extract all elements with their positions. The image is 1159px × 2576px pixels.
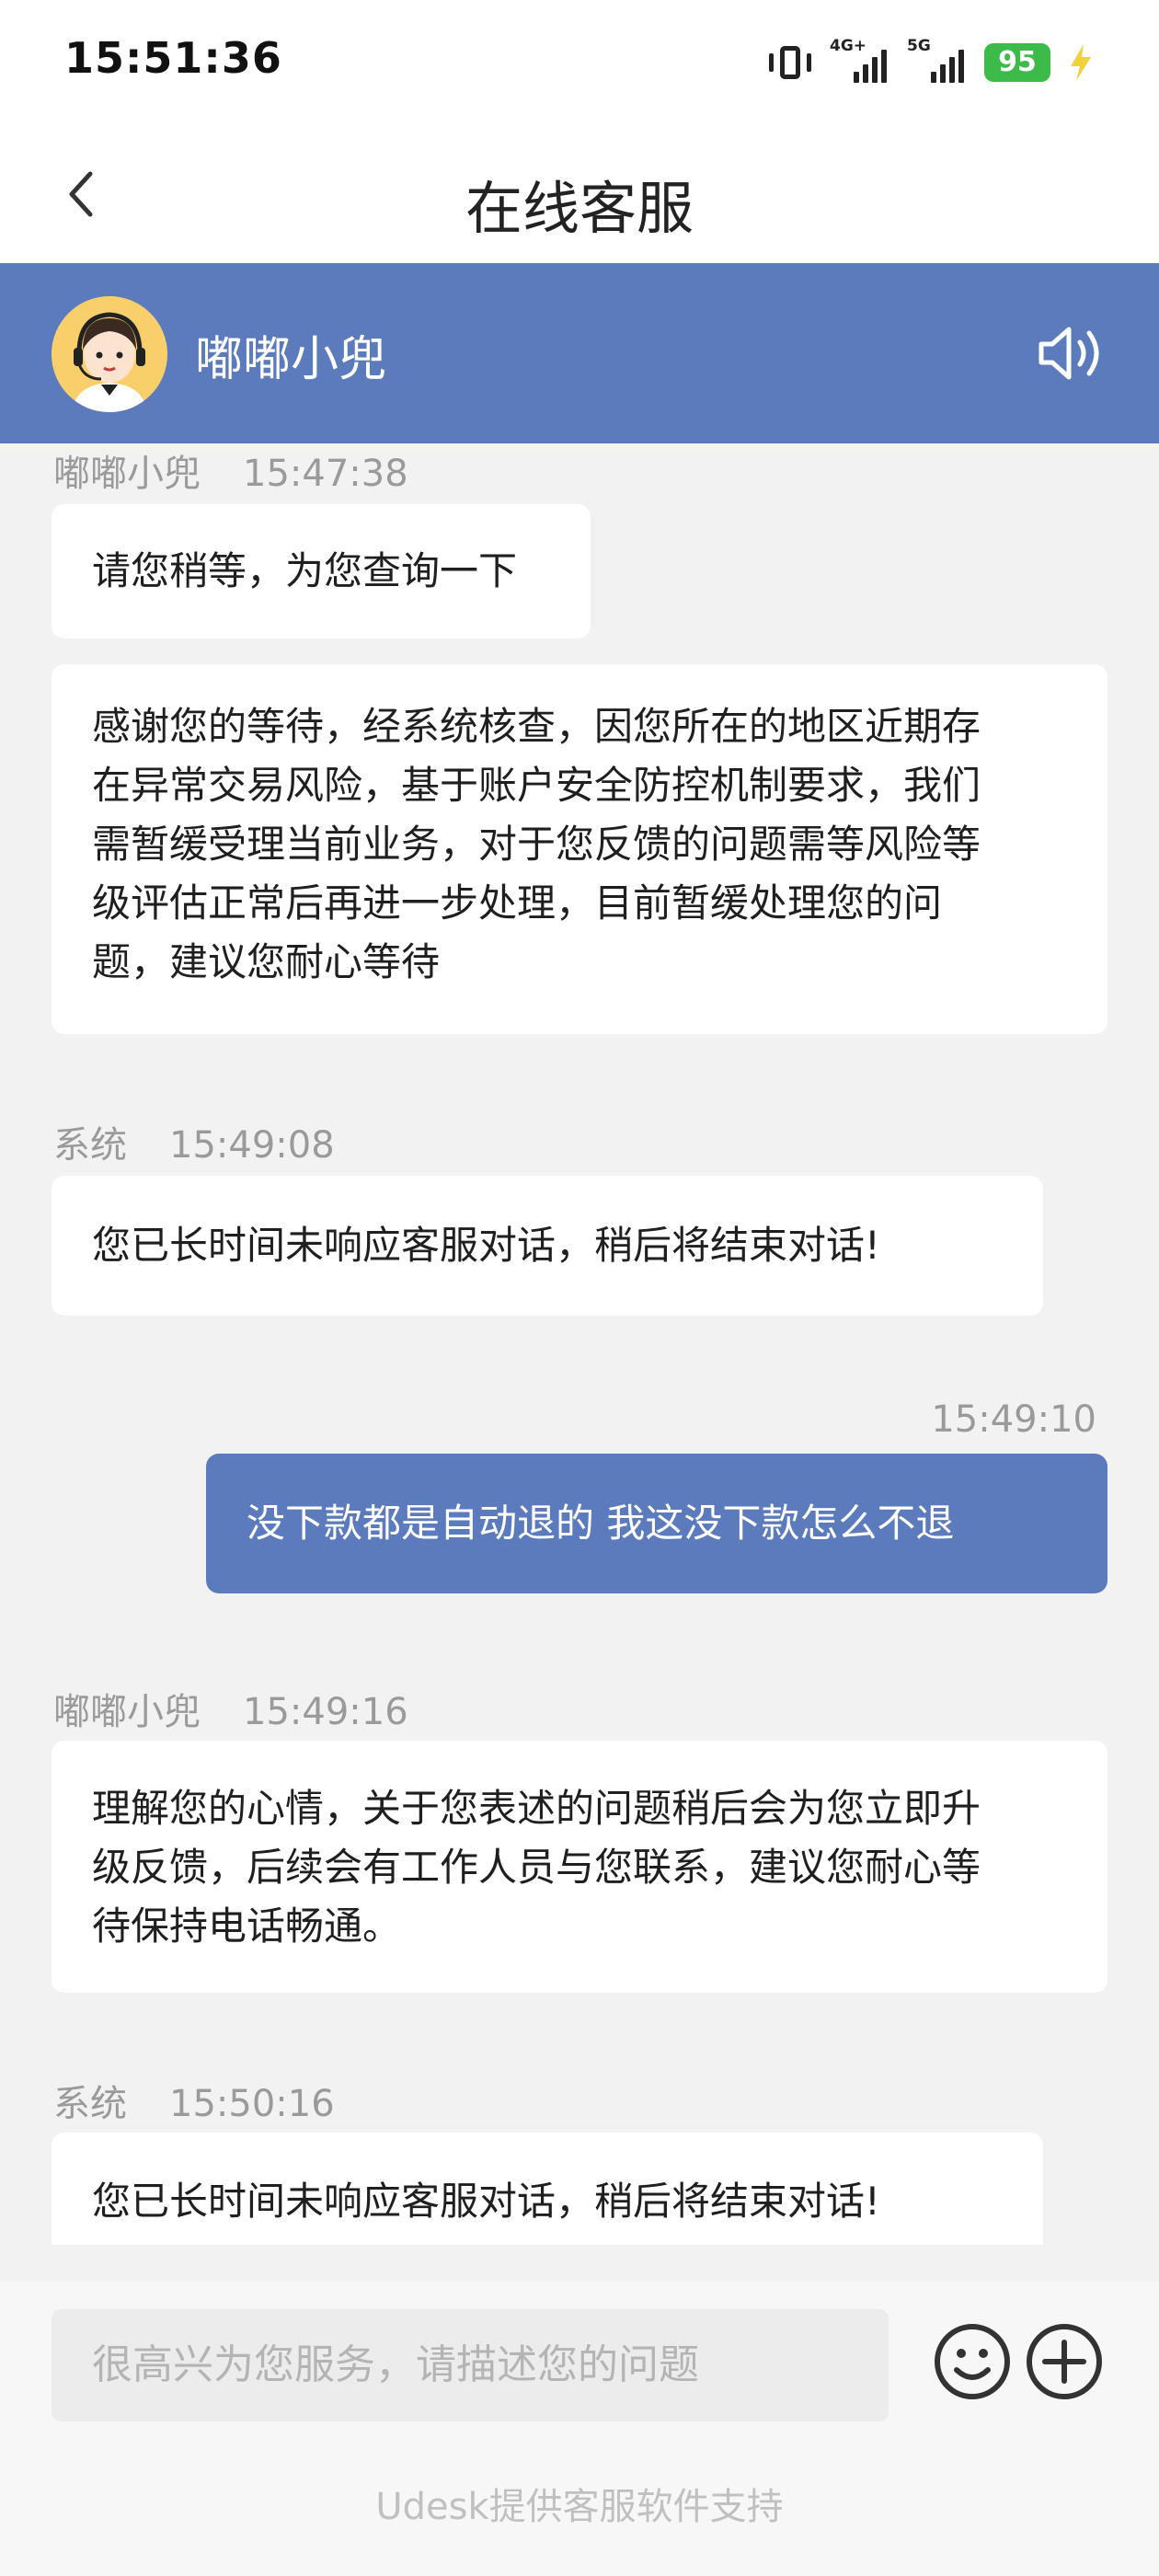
message-time: 15:50:16 [169, 2083, 335, 2125]
agent-message-bubble: 理解您的心情，关于您表述的问题稍后会为您立即升 级反馈，后续会有工作人员与您联系… [52, 1741, 1107, 1993]
message-sender: 系统 [53, 2083, 127, 2125]
status-time: 15:51:36 [64, 33, 282, 83]
emoji-icon [935, 2324, 1010, 2399]
more-options-button[interactable] [1025, 2322, 1104, 2401]
vibrate-icon [767, 42, 813, 83]
system-message-bubble: 您已长时间未响应客服对话，稍后将结束对话! [52, 1176, 1043, 1316]
message-meta: 嘟嘟小兜 15:47:38 [53, 443, 408, 497]
message-time: 15:49:08 [169, 1124, 335, 1167]
message-text: 您已长时间未响应客服对话，稍后将结束对话! [92, 1223, 880, 1268]
user-message-bubble: 没下款都是自动退的 我这没下款怎么不退 [206, 1454, 1107, 1593]
agent-message-bubble: 感谢您的等待，经系统核查，因您所在的地区近期存 在异常交易风险，基于账户安全防控… [52, 664, 1107, 1034]
emoji-button[interactable] [933, 2322, 1012, 2401]
signal-icon: 5G [907, 37, 968, 83]
status-bar: 15:51:36 4G+ 5G 95 [0, 0, 1159, 125]
message-time: 15:49:10 [931, 1398, 1096, 1441]
message-text: 请您稍等，为您查询一下 [92, 548, 518, 593]
message-meta: 嘟嘟小兜 15:49:16 [53, 1682, 408, 1735]
charging-bolt-icon [1071, 44, 1091, 81]
title-bar: 在线客服 [0, 125, 1159, 263]
message-line: 在异常交易风险，基于账户安全防控机制要求，我们 [92, 763, 981, 808]
agent-name: 嘟嘟小兜 [195, 332, 387, 387]
status-icons: 4G+ 5G 95 [767, 37, 1095, 88]
message-sender: 系统 [53, 1124, 127, 1167]
page-title: 在线客服 [465, 175, 694, 242]
message-input[interactable]: 很高兴为您服务，请描述您的问题 [52, 2309, 889, 2421]
network-type-label: 4G+ [830, 37, 867, 55]
message-sender: 嘟嘟小兜 [53, 1691, 201, 1733]
support-agent-avatar [52, 296, 167, 412]
speaker-button[interactable] [1034, 316, 1107, 390]
chat-area[interactable]: 嘟嘟小兜 15:47:38 请您稍等，为您查询一下 感谢您的等待，经系统核查，因您… [0, 443, 1159, 2245]
message-line: 感谢您的等待，经系统核查，因您所在的地区近期存 [92, 704, 981, 749]
message-line: 待保持电话畅通。 [92, 1903, 402, 1949]
message-meta: 系统 15:50:16 [53, 2074, 335, 2127]
powered-by-text: Udesk提供客服软件支持 [375, 2486, 784, 2528]
message-line: 级反馈，后续会有工作人员与您联系，建议您耐心等 [92, 1845, 981, 1890]
message-sender: 嘟嘟小兜 [53, 453, 201, 495]
input-area: 很高兴为您服务，请描述您的问题 Udesk提供客服软件支持 [0, 2282, 1159, 2576]
signal-icon: 4G+ [830, 37, 890, 83]
speaker-icon [1039, 327, 1099, 380]
message-line: 级评估正常后再进一步处理，目前暂缓处理您的问 [92, 880, 943, 926]
network-type-label: 5G [907, 37, 931, 55]
agent-header: 嘟嘟小兜 [0, 263, 1159, 443]
message-line: 需暂缓受理当前业务，对于您反馈的问题需等风险等 [92, 822, 981, 867]
message-line: 题，建议您耐心等待 [92, 939, 441, 984]
plus-icon [1027, 2324, 1102, 2399]
message-time: 15:47:38 [243, 453, 408, 495]
message-line: 理解您的心情，关于您表述的问题稍后会为您立即升 [92, 1786, 981, 1831]
system-message-bubble: 您已长时间未响应客服对话，稍后将结束对话! [52, 2133, 1043, 2245]
message-text: 没下款都是自动退的 我这没下款怎么不退 [247, 1501, 955, 1546]
message-time: 15:49:16 [243, 1691, 408, 1733]
battery-icon: 95 [984, 43, 1050, 82]
agent-message-bubble: 请您稍等，为您查询一下 [52, 504, 591, 638]
message-meta: 系统 15:49:08 [53, 1115, 335, 1168]
message-text: 您已长时间未响应客服对话，稍后将结束对话! [92, 2179, 880, 2224]
